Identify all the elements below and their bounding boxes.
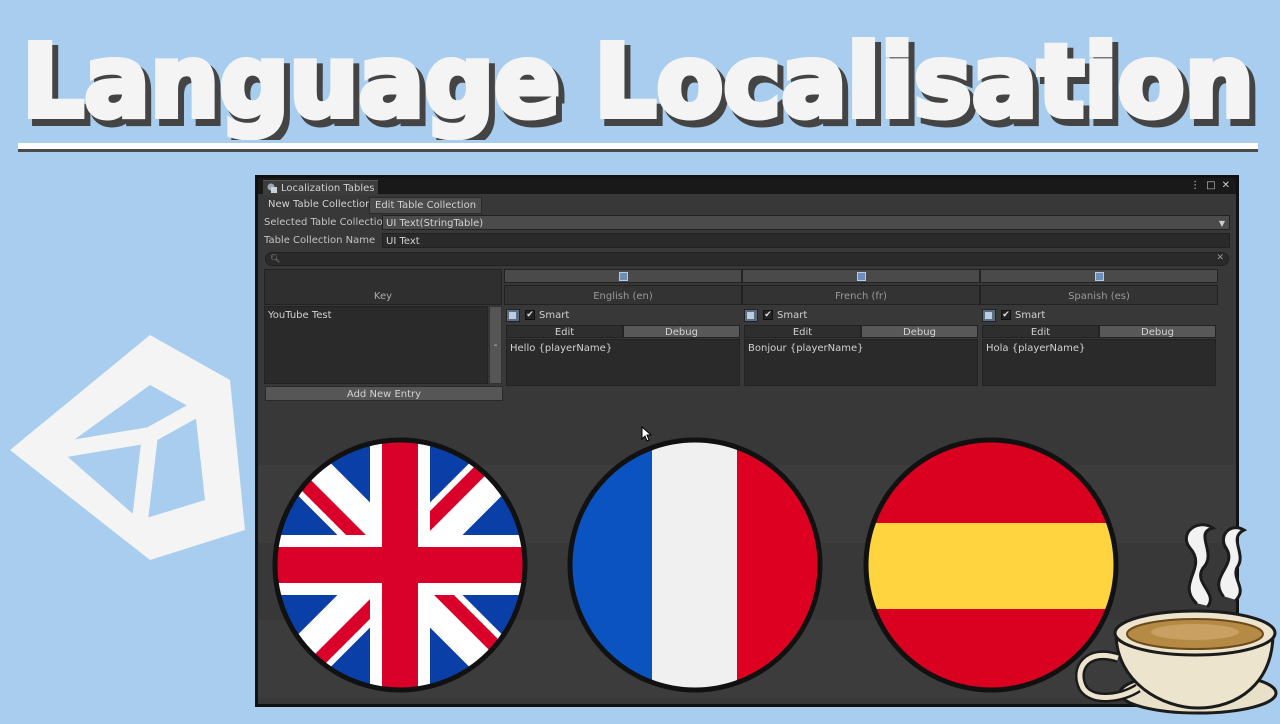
french-value-field[interactable]: Bonjour {playerName} <box>744 339 978 386</box>
spanish-column-label: Spanish (es) <box>980 285 1218 305</box>
edit-button[interactable]: Edit <box>982 325 1099 338</box>
table-entry-icon[interactable] <box>982 309 996 322</box>
france-flag <box>567 437 823 693</box>
collection-name-value: UI Text <box>386 236 420 247</box>
column-header-english: English (en) <box>504 269 742 305</box>
smart-label: Smart <box>1015 310 1046 321</box>
united-kingdom-flag <box>272 437 528 693</box>
table-entry-icon[interactable] <box>506 309 520 322</box>
debug-button[interactable]: Debug <box>861 325 978 338</box>
coffee-cup-icon <box>1068 508 1280 720</box>
selected-table-label: Selected Table Collection <box>264 217 390 228</box>
column-header-french: French (fr) <box>742 269 980 305</box>
headline-text-graphic: Language Localisation Language Localisat… <box>19 20 1263 140</box>
debug-button[interactable]: Debug <box>623 325 740 338</box>
locale-icon <box>619 272 628 281</box>
collection-name-label: Table Collection Name <box>264 235 376 246</box>
selected-table-value: UI Text(StringTable) <box>386 218 484 229</box>
selected-table-dropdown[interactable]: UI Text(StringTable) ▼ <box>382 215 1230 230</box>
headline-title: Language Localisation <box>22 23 1254 140</box>
smart-checkbox[interactable]: ✔ <box>1001 310 1011 320</box>
search-icon: 🔍︎ <box>270 254 281 263</box>
debug-button[interactable]: Debug <box>1099 325 1216 338</box>
smart-checkbox[interactable]: ✔ <box>525 310 535 320</box>
entry-key-field[interactable]: YouTube Test <box>264 306 488 384</box>
smart-label: Smart <box>539 310 570 321</box>
edit-table-collection-tab[interactable]: Edit Table Collection <box>369 197 483 214</box>
english-column-label: English (en) <box>504 285 742 305</box>
spanish-value-field[interactable]: Hola {playerName} <box>982 339 1216 386</box>
edit-button[interactable]: Edit <box>744 325 861 338</box>
window-tab-title: Localization Tables <box>281 182 375 194</box>
column-header-spanish: Spanish (es) <box>980 269 1218 305</box>
search-input[interactable]: 🔍︎ ✕ <box>265 252 1229 266</box>
more-options-icon[interactable]: ⋮ <box>1190 180 1200 191</box>
key-column-header: Key <box>264 269 502 305</box>
window-tab[interactable]: Localization Tables <box>263 180 378 195</box>
french-entry-cell: ✔ Smart Edit Debug Bonjour {playerName} <box>744 308 978 386</box>
new-table-collection-tab[interactable]: New Table Collection <box>263 197 377 212</box>
headline-underline <box>18 143 1258 149</box>
english-value-field[interactable]: Hello {playerName} <box>506 339 740 386</box>
window-titlebar: Localization Tables ⋮ □ ✕ <box>258 178 1236 195</box>
maximize-icon[interactable]: □ <box>1206 180 1215 191</box>
edit-button[interactable]: Edit <box>506 325 623 338</box>
window-controls: ⋮ □ ✕ <box>1190 180 1230 191</box>
key-header-label: Key <box>373 291 393 302</box>
headline-banner: Language Localisation Language Localisat… <box>0 20 1280 140</box>
spanish-locale-button[interactable] <box>980 269 1218 283</box>
localization-icon <box>267 183 277 193</box>
table-entry-icon[interactable] <box>744 309 758 322</box>
locale-icon <box>1095 272 1104 281</box>
english-locale-button[interactable] <box>504 269 742 283</box>
clear-search-icon[interactable]: ✕ <box>1216 253 1224 263</box>
locale-icon <box>857 272 866 281</box>
smart-checkbox[interactable]: ✔ <box>763 310 773 320</box>
spanish-entry-cell: ✔ Smart Edit Debug Hola {playerName} <box>982 308 1216 386</box>
collection-name-field[interactable]: UI Text <box>382 233 1230 248</box>
french-locale-button[interactable] <box>742 269 980 283</box>
english-entry-cell: ✔ Smart Edit Debug Hello {playerName} <box>506 308 740 386</box>
french-column-label: French (fr) <box>742 285 980 305</box>
smart-label: Smart <box>777 310 808 321</box>
remove-entry-button[interactable]: - <box>489 306 502 384</box>
entry-key-value: YouTube Test <box>268 310 332 321</box>
chevron-down-icon: ▼ <box>1218 219 1225 228</box>
add-new-entry-button[interactable]: Add New Entry <box>265 386 503 401</box>
unity-logo-icon <box>0 315 250 575</box>
close-icon[interactable]: ✕ <box>1222 180 1230 191</box>
mouse-cursor-icon <box>641 426 653 442</box>
